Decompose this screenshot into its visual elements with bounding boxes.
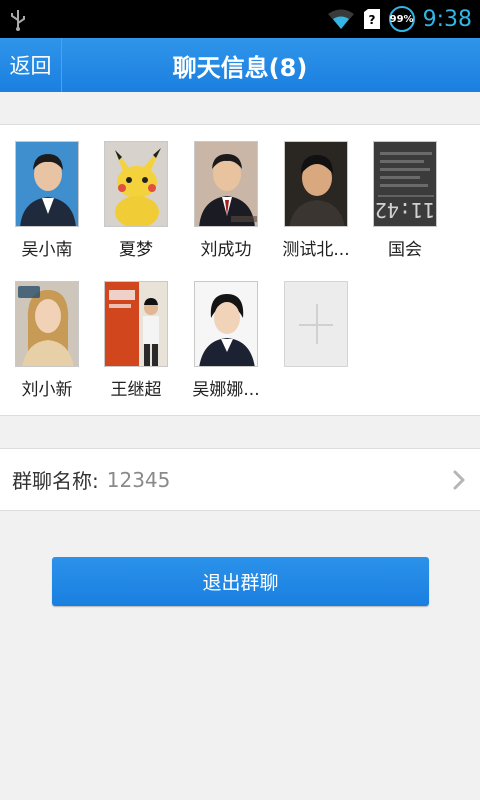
battery-icon: 99%	[388, 6, 415, 32]
man-standing-icon	[104, 281, 168, 367]
member-name: 吴小南	[21, 240, 73, 260]
clock-screen-icon: 11:42	[373, 141, 437, 227]
clock: 9:38	[422, 6, 472, 32]
member-item[interactable]: 刘成功	[181, 141, 271, 260]
member-name: 刘小新	[21, 380, 73, 400]
group-name-label: 群聊名称:	[12, 469, 99, 493]
member-item[interactable]: 11:42 国会	[360, 141, 450, 260]
member-name: 国会	[388, 240, 422, 260]
portrait-woman-icon	[15, 281, 79, 367]
member-item[interactable]: 刘小新	[2, 281, 92, 400]
portrait-man-dark-icon	[284, 141, 348, 227]
member-item[interactable]: 测试北...	[271, 141, 361, 260]
portrait-man-icon	[15, 141, 79, 227]
group-name-row[interactable]: 群聊名称: 12345	[0, 448, 480, 511]
portrait-woman-suit-icon	[194, 281, 258, 367]
battery-level: 99%	[389, 13, 414, 25]
add-member-button[interactable]	[284, 281, 348, 367]
member-item[interactable]: 吴小南	[2, 141, 92, 260]
member-name: 测试北...	[282, 240, 350, 260]
wifi-icon	[327, 9, 354, 29]
sim-icon: ?	[363, 9, 380, 29]
portrait-man-suit-icon	[194, 141, 258, 227]
usb-icon	[11, 10, 25, 31]
member-item[interactable]: 王继超	[91, 281, 181, 400]
members-grid: 吴小南 夏梦 刘成功 测试北... 11:42 国会 刘小新 王继超 吴娜娜..…	[0, 124, 480, 416]
title-bar: 返回 聊天信息(8)	[0, 38, 480, 92]
back-button[interactable]: 返回	[0, 38, 62, 92]
chevron-right-icon	[453, 470, 465, 490]
member-name: 王继超	[110, 380, 162, 400]
clock-screen-time: 11:42	[374, 198, 436, 222]
exit-group-button[interactable]: 退出群聊	[52, 557, 429, 606]
pikachu-plush-icon	[104, 141, 168, 227]
member-item[interactable]: 吴娜娜...	[181, 281, 271, 400]
member-item[interactable]: 夏梦	[91, 141, 181, 260]
member-name: 夏梦	[119, 240, 153, 260]
status-bar: ? 99% 9:38	[0, 0, 480, 38]
page-title: 聊天信息(8)	[172, 53, 308, 82]
add-member-item[interactable]	[271, 281, 361, 367]
svg-text:?: ?	[368, 13, 375, 27]
group-name-value: 12345	[106, 467, 171, 492]
member-name: 吴娜娜...	[192, 380, 260, 400]
member-name: 刘成功	[200, 240, 252, 260]
